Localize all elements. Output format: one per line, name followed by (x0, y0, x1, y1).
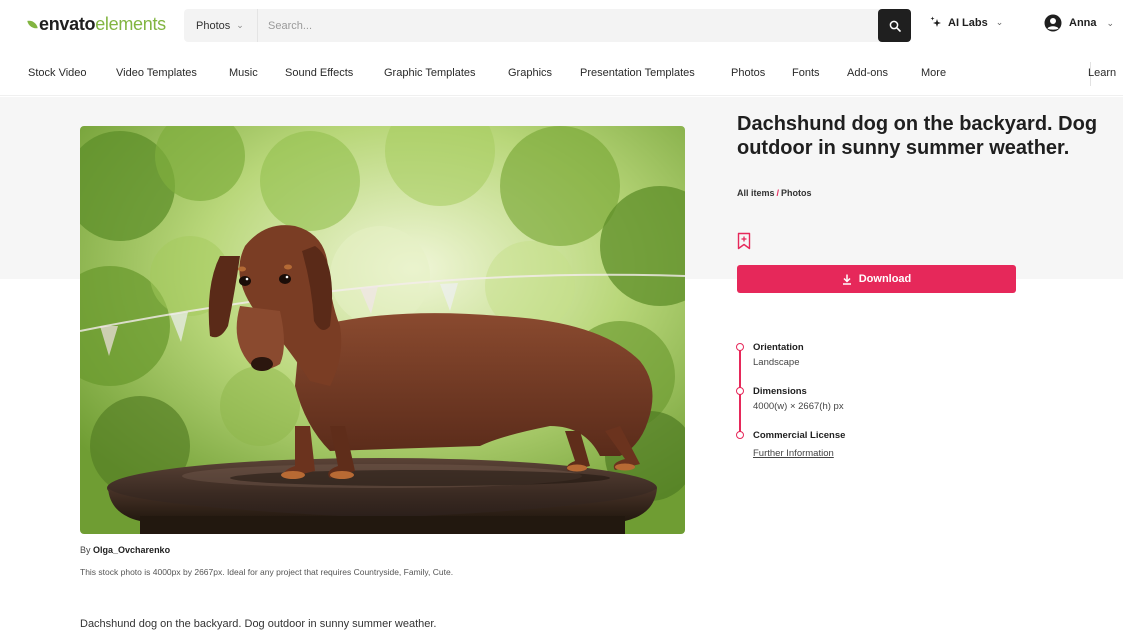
leaf-icon (27, 19, 38, 30)
chevron-down-icon: ⌄ (236, 20, 244, 30)
license-label: Commercial License (753, 430, 846, 441)
nav-item-sound-effects[interactable]: Sound Effects (285, 67, 353, 79)
author-byline: By Olga_Ovcharenko (80, 545, 170, 555)
further-information-link[interactable]: Further Information (753, 448, 834, 459)
breadcrumb: All items / Photos (737, 188, 812, 198)
nav-item-presentation-templates[interactable]: Presentation Templates (580, 67, 695, 79)
user-name: Anna (1069, 17, 1097, 29)
dimensions-label: Dimensions (753, 386, 807, 397)
envato-logo[interactable]: envato elements (27, 14, 166, 35)
nav-item-add-ons[interactable]: Add-ons (847, 67, 888, 79)
item-summary: This stock photo is 4000px by 2667px. Id… (80, 567, 454, 577)
orientation-label: Orientation (753, 342, 804, 353)
search-category-label: Photos (196, 19, 231, 32)
search-category-select[interactable]: Photos ⌄ (184, 9, 258, 42)
ai-labs-label: AI Labs (948, 16, 988, 29)
top-header: envato elements Photos ⌄ AI Labs ⌄ Anna (0, 0, 1123, 52)
breadcrumb-photos[interactable]: Photos (781, 188, 812, 198)
dimensions-value: 4000(w) × 2667(h) px (753, 401, 844, 412)
bookmark-add-icon (737, 232, 751, 250)
nav-item-music[interactable]: Music (229, 67, 258, 79)
orientation-value: Landscape (753, 357, 800, 368)
nav-item-learn[interactable]: Learn (1088, 67, 1116, 79)
download-label: Download (858, 273, 912, 285)
nav-item-photos[interactable]: Photos (731, 67, 765, 79)
item-preview-photo[interactable] (80, 126, 685, 534)
search-button[interactable] (878, 9, 911, 42)
ai-labs-menu[interactable]: AI Labs ⌄ (930, 16, 1003, 29)
details-dot (736, 343, 744, 351)
dachshund-photo-illustration (80, 126, 685, 534)
download-button[interactable]: Download (737, 265, 1016, 293)
byline-prefix: By (80, 545, 91, 555)
nav-item-video-templates[interactable]: Video Templates (116, 67, 197, 79)
download-icon (842, 274, 851, 285)
nav-item-more[interactable]: More (921, 67, 946, 79)
user-menu[interactable]: Anna ⌄ (1044, 14, 1114, 32)
breadcrumb-all-items[interactable]: All items (737, 188, 775, 198)
nav-item-graphic-templates[interactable]: Graphic Templates (384, 67, 476, 79)
chevron-down-icon: ⌄ (995, 17, 1004, 27)
nav-item-graphics[interactable]: Graphics (508, 67, 552, 79)
search-input[interactable] (260, 9, 860, 42)
page-title: Dachshund dog on the backyard. Dog outdo… (737, 113, 1098, 159)
item-description: Dachshund dog on the backyard. Dog outdo… (80, 618, 437, 630)
sparkle-icon (930, 16, 941, 27)
details-dot (736, 387, 744, 395)
search-icon (889, 20, 901, 32)
breadcrumb-separator: / (776, 188, 780, 198)
chevron-down-icon: ⌄ (1106, 17, 1115, 28)
logo-text-envato: envato (39, 14, 96, 34)
nav-item-stock-video[interactable]: Stock Video (28, 67, 87, 79)
bookmark-button[interactable] (737, 232, 751, 250)
details-dot (736, 431, 744, 439)
author-link[interactable]: Olga_Ovcharenko (93, 545, 170, 555)
nav-item-fonts[interactable]: Fonts (792, 67, 820, 79)
category-nav: Stock Video Video Templates Music Sound … (0, 52, 1123, 96)
search-bar: Photos ⌄ (184, 9, 911, 42)
user-avatar-icon (1044, 14, 1062, 32)
logo-text-elements: elements (95, 14, 166, 34)
